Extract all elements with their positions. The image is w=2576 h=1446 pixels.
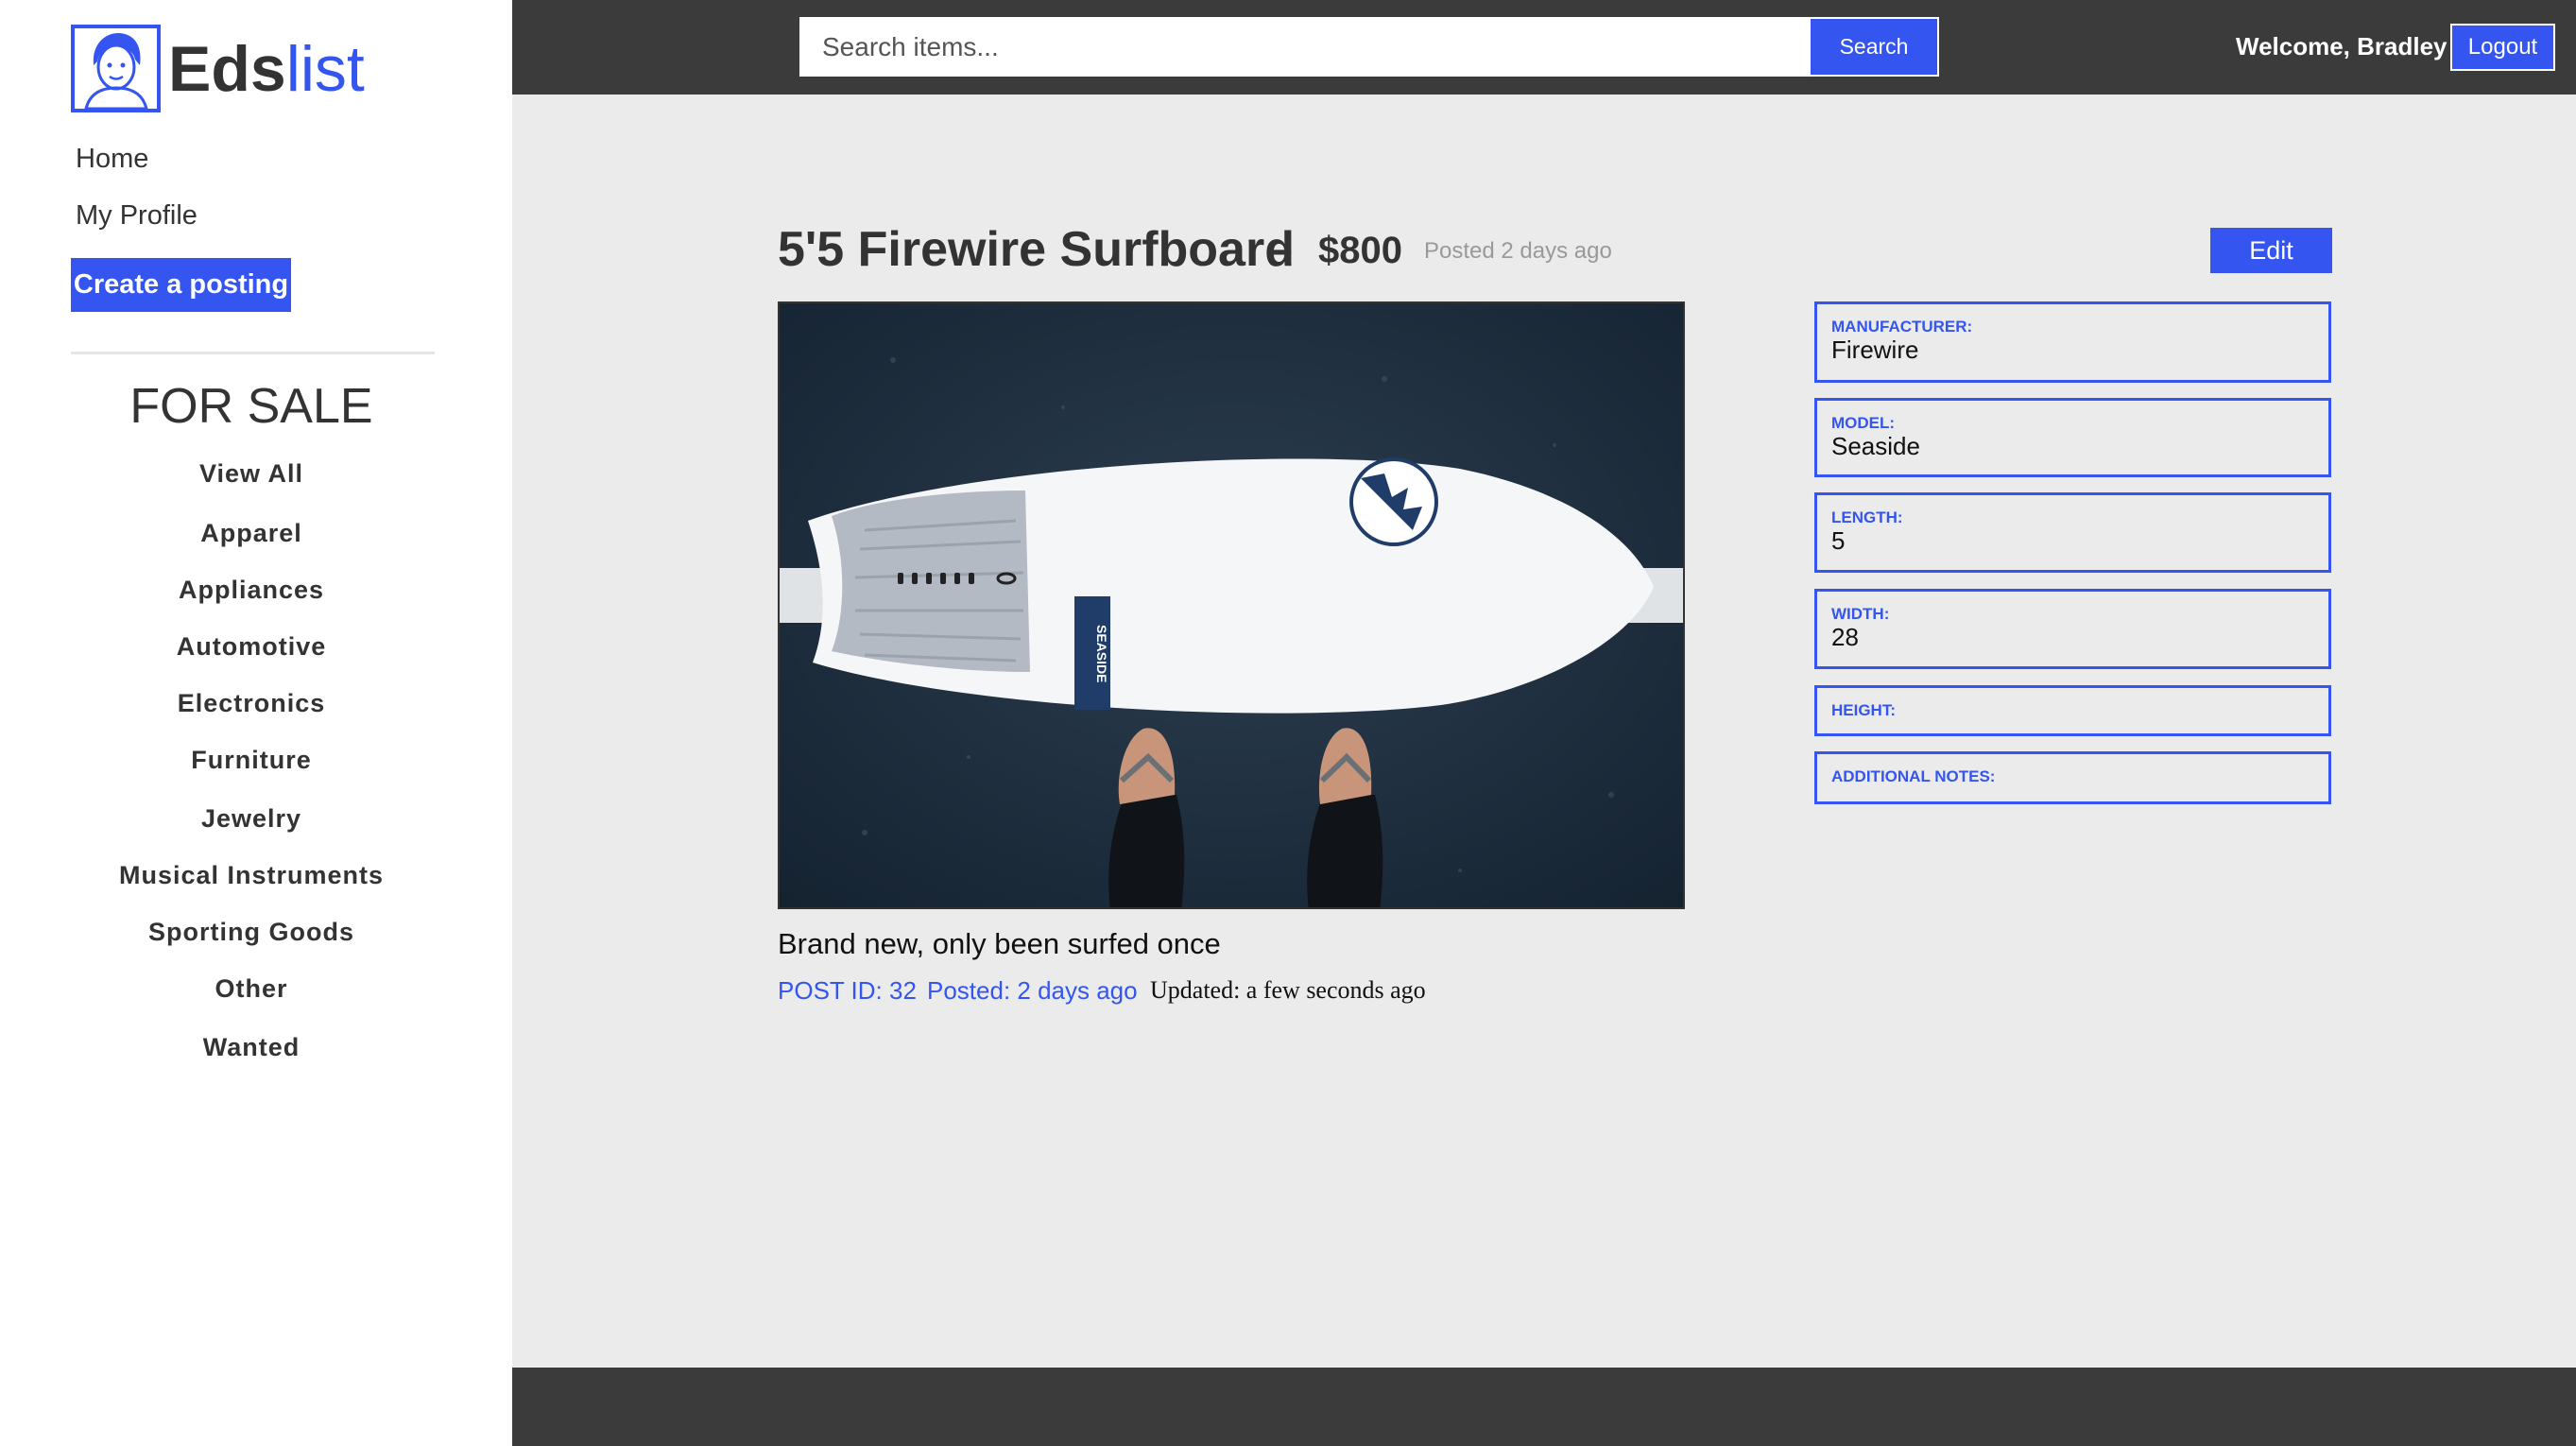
brand-name-light: list: [285, 32, 365, 105]
spec-value: Firewire: [1831, 336, 1919, 365]
create-posting-button[interactable]: Create a posting: [71, 258, 291, 312]
posted-time: Posted 2 days ago: [1424, 238, 1612, 264]
spec-label: HEIGHT:: [1831, 701, 1896, 719]
spec-label: MANUFACTURER:: [1831, 318, 1973, 336]
sidebar-divider: [71, 352, 435, 354]
post-photo: SEASIDE: [778, 301, 1685, 909]
nav-my-profile-link[interactable]: My Profile: [76, 200, 197, 232]
updated-meta: Updated: a few seconds ago: [1150, 976, 1426, 1004]
title-dash: –: [1265, 222, 1293, 277]
category-view-all[interactable]: View All: [0, 459, 503, 489]
spec-value: Seaside: [1831, 432, 1920, 461]
spec-manufacturer: MANUFACTURER: Firewire: [1814, 301, 2331, 383]
top-bar: Search Welcome, Bradley Logout: [512, 0, 2576, 95]
post-title: 5'5 Firewire Surfboard: [778, 222, 1295, 277]
post-description: Brand new, only been surfed once: [778, 927, 1221, 960]
for-sale-heading: FOR SALE: [129, 379, 373, 434]
avatar-icon: [71, 25, 161, 112]
category-jewelry[interactable]: Jewelry: [0, 804, 503, 834]
edit-button[interactable]: Edit: [2210, 228, 2332, 273]
board-model-label: SEASIDE: [1094, 625, 1109, 682]
posted-meta: Posted: 2 days ago: [927, 976, 1138, 1005]
category-wanted[interactable]: Wanted: [0, 1033, 503, 1062]
brand-name-bold: Eds: [168, 32, 286, 105]
search-button[interactable]: Search: [1809, 17, 1939, 77]
brand-name: Edslist: [168, 37, 365, 101]
sidebar: Edslist Home My Profile Create a posting…: [0, 0, 512, 1446]
search-input[interactable]: [799, 17, 1811, 77]
spec-label: WIDTH:: [1831, 605, 1890, 623]
post-price: $800: [1318, 230, 1402, 271]
spec-width: WIDTH: 28: [1814, 589, 2331, 669]
brand-logo[interactable]: Edslist: [71, 25, 365, 112]
logout-button[interactable]: Logout: [2450, 24, 2555, 71]
spec-value: 5: [1831, 526, 1846, 556]
category-automotive[interactable]: Automotive: [0, 632, 503, 662]
spec-label: MODEL:: [1831, 414, 1896, 432]
category-musical-instruments[interactable]: Musical Instruments: [0, 861, 503, 890]
post-id: POST ID: 32: [778, 976, 917, 1005]
spec-length: LENGTH: 5: [1814, 492, 2331, 573]
category-appliances[interactable]: Appliances: [0, 576, 503, 605]
spec-additional-notes: ADDITIONAL NOTES:: [1814, 751, 2331, 804]
welcome-text: Welcome, Bradley: [2236, 32, 2447, 60]
category-furniture[interactable]: Furniture: [0, 746, 503, 775]
spec-height: HEIGHT:: [1814, 685, 2331, 736]
category-apparel[interactable]: Apparel: [0, 519, 503, 548]
spec-label: LENGTH:: [1831, 508, 1903, 526]
spec-label: ADDITIONAL NOTES:: [1831, 767, 1996, 785]
category-electronics[interactable]: Electronics: [0, 689, 503, 718]
category-sporting-goods[interactable]: Sporting Goods: [0, 918, 503, 947]
spec-model: MODEL: Seaside: [1814, 398, 2331, 477]
spec-value: 28: [1831, 623, 1859, 652]
nav-home-link[interactable]: Home: [76, 144, 148, 175]
category-other[interactable]: Other: [0, 974, 503, 1004]
footer: [512, 1368, 2576, 1446]
